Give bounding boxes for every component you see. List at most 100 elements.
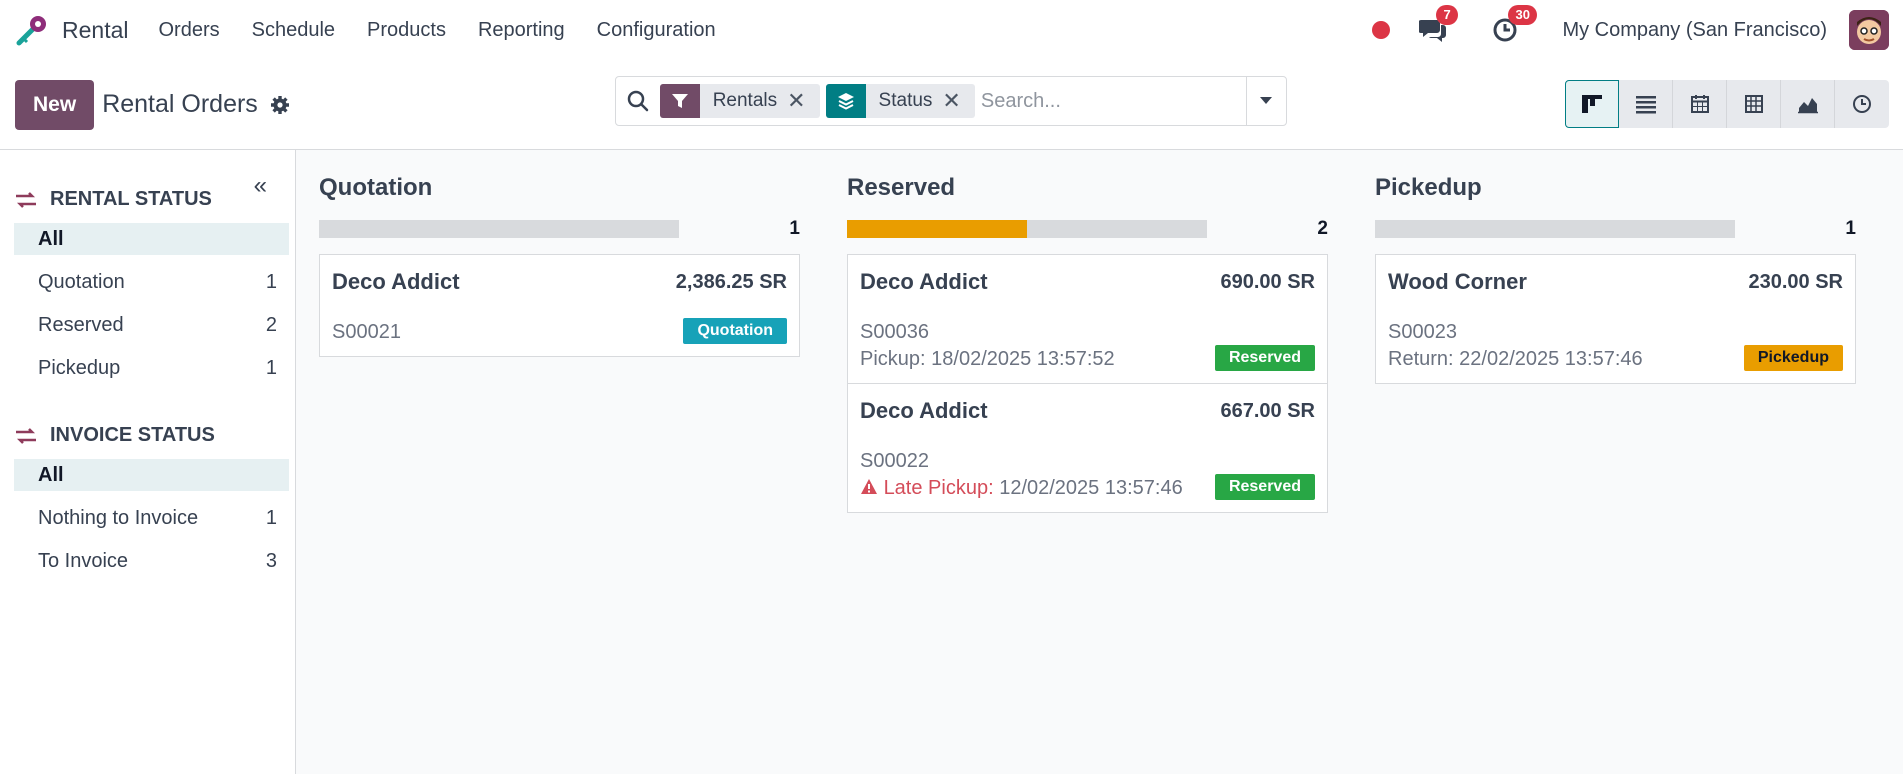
column-title[interactable]: Reserved <box>847 168 1328 208</box>
column-title[interactable]: Pickedup <box>1375 168 1856 208</box>
card-amount: 230.00 SR <box>1748 270 1843 293</box>
facet-remove-icon[interactable]: ✕ <box>942 88 974 114</box>
navbar-systray: 7 30 My Company (San Francisco) <box>1372 5 1889 50</box>
clock-icon <box>1853 95 1871 113</box>
search-input[interactable] <box>980 77 1246 125</box>
card-late-pickup-date: Late Pickup: 12/02/2025 13:57:46 <box>860 477 1183 500</box>
facet-rentals: Rentals ✕ <box>659 84 820 118</box>
progress-bar[interactable] <box>1375 220 1735 238</box>
kanban-column-quotation: Quotation 1 Deco Addict 2,386.25 SR S000… <box>319 168 800 774</box>
kanban-card[interactable]: Wood Corner 230.00 SR S00023 Return: 22/… <box>1375 254 1856 384</box>
control-panel: New Rental Orders Rentals ✕ Status ✕ Sea… <box>0 60 1903 150</box>
search-bar: Rentals ✕ Status ✕ <box>615 76 1287 126</box>
search-icon <box>616 90 660 112</box>
card-pickup-date: Pickup: 18/02/2025 13:57:52 <box>860 348 1115 370</box>
status-badge: Reserved <box>1214 345 1315 371</box>
rental-status-all[interactable]: All <box>14 223 289 255</box>
list-icon <box>1635 96 1656 114</box>
column-progress: 2 <box>847 214 1328 244</box>
kanban-icon <box>1582 95 1602 113</box>
company-switcher[interactable]: My Company (San Francisco) <box>1562 19 1827 42</box>
rental-status-header: RENTAL STATUS <box>14 188 289 211</box>
view-switcher <box>1565 80 1889 128</box>
group-by-layers-icon <box>825 84 866 118</box>
kanban-card[interactable]: Deco Addict 667.00 SR S00022 Late Pickup… <box>847 383 1328 513</box>
column-progress: 1 <box>1375 214 1856 244</box>
rental-app-icon[interactable] <box>14 12 50 48</box>
messages-badge: 7 <box>1436 5 1458 25</box>
kanban-view-button[interactable] <box>1565 80 1619 128</box>
kanban-card[interactable]: Deco Addict 690.00 SR S00036 Pickup: 18/… <box>847 254 1328 384</box>
page-title: Rental Orders <box>102 90 258 118</box>
status-badge: Reserved <box>1214 474 1315 500</box>
exchange-icon <box>14 191 50 209</box>
section-title: RENTAL STATUS <box>50 188 212 210</box>
calendar-icon <box>1690 95 1709 113</box>
pivot-view-button[interactable] <box>1727 80 1781 128</box>
kanban-board: Quotation 1 Deco Addict 2,386.25 SR S000… <box>296 150 1903 774</box>
card-reference: S00022 <box>860 450 929 472</box>
card-customer: Deco Addict <box>332 269 460 294</box>
area-chart-icon <box>1797 98 1818 114</box>
activity-view-button[interactable] <box>1835 80 1889 128</box>
gear-icon[interactable] <box>270 95 290 115</box>
kanban-column-pickedup: Pickedup 1 Wood Corner 230.00 SR S00023 … <box>1375 168 1856 774</box>
progress-fill <box>847 220 1027 238</box>
card-amount: 667.00 SR <box>1220 399 1315 422</box>
facet-status: Status ✕ <box>825 84 975 118</box>
facet-remove-icon[interactable]: ✕ <box>787 88 819 114</box>
top-navbar: Rental Orders Schedule Products Reportin… <box>0 0 1903 60</box>
collapse-sidebar-icon[interactable]: « <box>254 172 267 200</box>
search-options-toggle[interactable] <box>1245 77 1286 125</box>
activities-badge: 30 <box>1508 5 1537 25</box>
record-indicator-icon[interactable] <box>1372 21 1391 39</box>
rental-status-pickedup[interactable]: Pickedup 1 <box>14 352 289 384</box>
card-reference: S00021 <box>332 321 401 343</box>
invoice-status-to-invoice[interactable]: To Invoice 3 <box>14 545 289 577</box>
graph-view-button[interactable] <box>1781 80 1835 128</box>
kanban-card[interactable]: Deco Addict 2,386.25 SR S00021 Quotation <box>319 254 800 357</box>
card-reference: S00036 <box>860 321 929 343</box>
messages-button[interactable]: 7 <box>1418 5 1458 45</box>
invoice-status-header: INVOICE STATUS <box>14 424 289 447</box>
card-customer: Deco Addict <box>860 269 988 294</box>
invoice-status-all[interactable]: All <box>14 459 289 491</box>
progress-bar[interactable] <box>847 220 1207 238</box>
invoice-status-nothing[interactable]: Nothing to Invoice 1 <box>14 502 289 534</box>
menu-orders[interactable]: Orders <box>158 19 219 42</box>
table-icon <box>1744 95 1763 113</box>
facet-label: Rentals <box>712 90 778 111</box>
column-progress: 1 <box>319 214 800 244</box>
menu-configuration[interactable]: Configuration <box>597 19 716 42</box>
main-content: « RENTAL STATUS All Quotation 1 Reserved… <box>0 150 1903 774</box>
rental-status-quotation[interactable]: Quotation 1 <box>14 266 289 298</box>
menu-reporting[interactable]: Reporting <box>478 19 565 42</box>
calendar-view-button[interactable] <box>1673 80 1727 128</box>
card-reference: S00023 <box>1388 321 1457 343</box>
caret-down-icon <box>1260 97 1273 104</box>
card-customer: Wood Corner <box>1388 269 1527 294</box>
status-badge: Quotation <box>683 318 787 344</box>
column-count: 1 <box>789 218 800 239</box>
activities-button[interactable]: 30 <box>1490 5 1537 45</box>
user-avatar[interactable] <box>1849 10 1889 50</box>
warning-icon <box>861 479 877 494</box>
column-count: 1 <box>1845 218 1856 239</box>
kanban-column-reserved: Reserved 2 Deco Addict 690.00 SR S00036 … <box>847 168 1328 774</box>
facet-label: Status <box>878 90 933 111</box>
exchange-icon <box>14 427 50 445</box>
column-title[interactable]: Quotation <box>319 168 800 208</box>
card-amount: 690.00 SR <box>1220 270 1315 293</box>
search-panel-sidebar: « RENTAL STATUS All Quotation 1 Reserved… <box>0 150 296 774</box>
rental-status-reserved[interactable]: Reserved 2 <box>14 309 289 341</box>
new-button[interactable]: New <box>15 79 95 130</box>
filter-icon <box>659 84 700 118</box>
list-view-button[interactable] <box>1619 80 1673 128</box>
card-amount: 2,386.25 SR <box>675 270 787 293</box>
progress-bar[interactable] <box>319 220 679 238</box>
app-name[interactable]: Rental <box>62 17 128 44</box>
menu-products[interactable]: Products <box>367 19 446 42</box>
status-badge: Pickedup <box>1743 345 1843 371</box>
card-customer: Deco Addict <box>860 398 988 423</box>
menu-schedule[interactable]: Schedule <box>252 19 335 42</box>
